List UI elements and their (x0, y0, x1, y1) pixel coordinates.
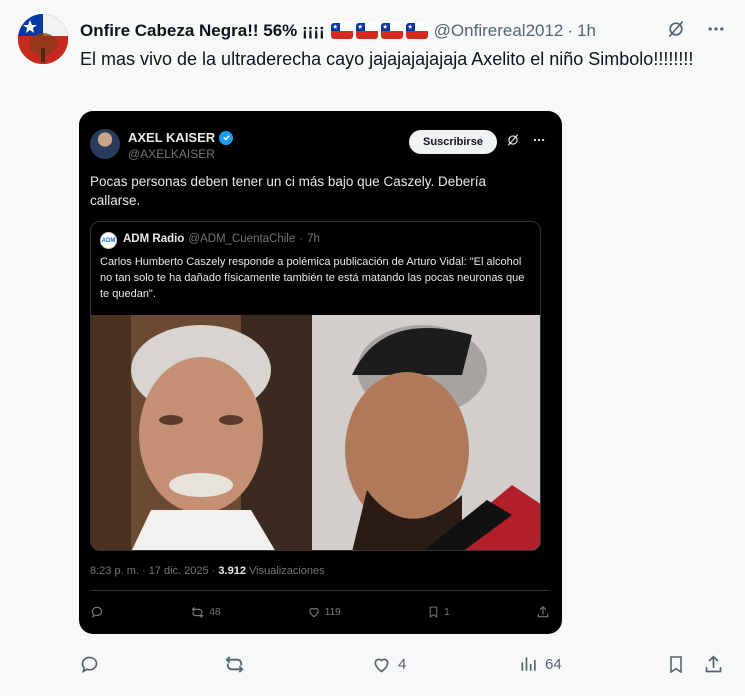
quote-header: ADM Radio @ADM_CuentaChile · 7h (123, 233, 320, 245)
quote-separator: · (299, 233, 304, 245)
repost-button[interactable] (223, 651, 246, 677)
embed-timestamp: 8:23 p. m. · 17 dic. 2025 · (90, 565, 216, 577)
embed-text: Pocas personas deben tener un ci más baj… (90, 174, 486, 208)
embed-share (536, 601, 550, 623)
post-header: Onfire Cabeza Negra!! 56% ¡¡¡¡ @Onfirere… (80, 19, 729, 43)
embedded-screenshot[interactable]: AXEL KAISER @AXELKAISER Suscribirse Poca… (79, 111, 562, 634)
reply-icon (91, 606, 103, 618)
more-options-icon (532, 133, 546, 152)
post-action-bar: 4 64 (79, 651, 729, 677)
views-button[interactable]: 64 (519, 651, 562, 677)
share-icon (705, 654, 722, 672)
photo-older-man (91, 315, 312, 550)
quote-photos (91, 315, 540, 550)
post-text: El mas vivo de la ultraderecha cayo jaja… (80, 49, 694, 69)
grok-icon[interactable] (665, 18, 687, 40)
repost-icon (225, 655, 244, 673)
share-icon (537, 605, 549, 618)
embed-name-row: AXEL KAISER (128, 130, 234, 145)
header-actions (665, 18, 727, 40)
embed-like: 119 (307, 601, 341, 623)
more-options-icon[interactable] (705, 18, 727, 40)
embed-repost-count: 48 (209, 606, 221, 618)
separator: · (567, 21, 574, 40)
quote-text: Carlos Humberto Caszely responde a polém… (100, 256, 525, 300)
views-count: 64 (545, 655, 562, 673)
post: Onfire Cabeza Negra!! 56% ¡¡¡¡ @Onfirere… (0, 0, 745, 696)
embed-meta: 8:23 p. m. · 17 dic. 2025 · 3.912 Visual… (90, 565, 325, 577)
grok-icon (506, 133, 520, 152)
quote-name: ADM Radio (123, 233, 185, 245)
reply-icon (81, 656, 98, 673)
embed-like-count: 119 (324, 606, 341, 618)
repost-icon (191, 606, 204, 618)
bookmark-icon (670, 655, 682, 673)
chile-flag-icon (380, 23, 403, 39)
embed-views-label: Visualizaciones (249, 565, 325, 577)
bookmark-icon (429, 606, 438, 618)
heart-icon (374, 658, 389, 672)
quote-handle: @ADM_CuentaChile (188, 233, 296, 245)
embed-header-icons (506, 133, 546, 152)
quote-avatar: ADM (100, 232, 117, 249)
embed-divider (90, 590, 550, 591)
verified-badge-icon (219, 130, 234, 145)
user-avatar[interactable] (18, 14, 68, 64)
quote-time: 7h (307, 233, 320, 245)
embed-views-count: 3.912 (218, 565, 246, 577)
embed-bookmark: 1 (427, 601, 450, 623)
embed-reply (90, 601, 104, 623)
reply-button[interactable] (79, 651, 100, 677)
embed-display-name: AXEL KAISER (128, 130, 216, 145)
chile-flag-icon (405, 23, 428, 39)
bookmark-button[interactable] (666, 651, 686, 677)
embed-repost: 48 (190, 601, 220, 623)
chile-flag-icon (330, 23, 353, 39)
flag-emojis (330, 23, 428, 39)
embed-action-bar: 48 119 1 (90, 601, 550, 623)
user-handle[interactable]: @Onfirereal2012 (434, 21, 564, 41)
chile-flag-icon (355, 23, 378, 39)
like-count: 4 (398, 655, 407, 673)
photo-younger-man (312, 315, 540, 550)
display-name[interactable]: Onfire Cabeza Negra!! 56% ¡¡¡¡ (80, 21, 325, 41)
heart-icon (309, 608, 319, 618)
analytics-icon (521, 657, 536, 671)
embed-avatar (90, 129, 120, 159)
embed-handle: @AXELKAISER (128, 147, 215, 161)
post-time[interactable]: 1h (577, 21, 596, 41)
embed-bookmark-count: 1 (444, 606, 450, 618)
share-button[interactable] (703, 651, 724, 677)
like-button[interactable]: 4 (371, 651, 406, 677)
quoted-post: ADM ADM Radio @ADM_CuentaChile · 7h Carl… (90, 221, 541, 551)
subscribe-button: Suscribirse (409, 130, 497, 154)
